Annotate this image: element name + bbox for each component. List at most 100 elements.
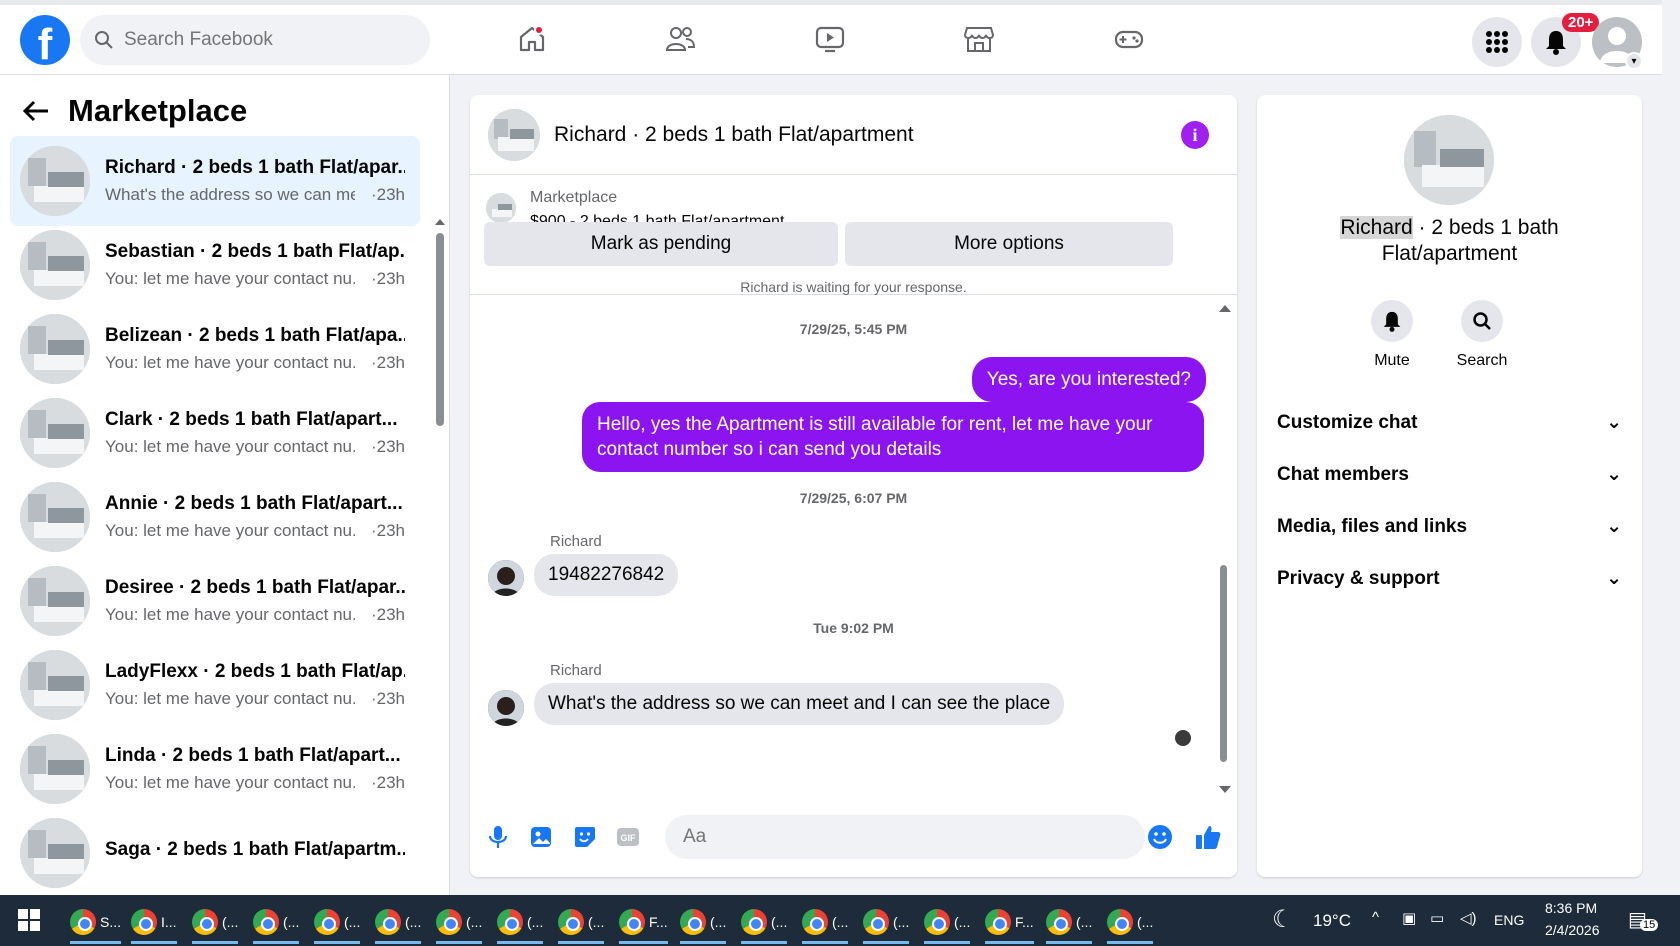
section-label: Media, files and links (1277, 515, 1468, 537)
scroll-up-arrow-icon[interactable] (1219, 304, 1231, 312)
conversation-item[interactable]: Saga · 2 beds 1 bath Flat/apartm... (10, 808, 420, 895)
watch-nav[interactable] (810, 19, 850, 59)
taskbar-app[interactable]: S... (70, 903, 122, 944)
microphone-icon[interactable] (484, 823, 512, 851)
more-options-button[interactable]: More options (845, 222, 1173, 266)
conversation-title: Annie · 2 beds 1 bath Flat/apart... (105, 493, 403, 514)
gaming-nav[interactable] (1109, 19, 1149, 59)
search-icon[interactable] (1461, 300, 1503, 342)
listing-small-thumbnail[interactable] (486, 193, 516, 223)
taskbar-app[interactable]: (... (375, 903, 422, 944)
conversation-item[interactable]: Annie · 2 beds 1 bath Flat/apart... You: … (10, 472, 420, 562)
gif-icon[interactable]: GIF (614, 823, 642, 851)
search-box[interactable] (80, 15, 430, 65)
taskbar-app[interactable]: (... (253, 903, 300, 944)
sidebar-scroll-thumb[interactable] (436, 233, 444, 426)
taskbar-app[interactable]: (... (802, 903, 849, 944)
privacy-support-section[interactable]: Privacy & support ⌄ (1277, 567, 1622, 590)
taskbar-app[interactable]: (... (741, 903, 788, 944)
conversation-item[interactable]: Sebastian · 2 beds 1 bath Flat/ap... You:… (10, 220, 420, 310)
taskbar-app-label: (... (954, 914, 971, 930)
conversation-item[interactable]: Belizean · 2 beds 1 bath Flat/apa... You:… (10, 304, 420, 394)
friends-nav[interactable] (660, 19, 700, 59)
weather-temp[interactable]: 19°C (1313, 911, 1351, 931)
volume-icon[interactable]: ◁) (1460, 909, 1477, 927)
taskbar-app[interactable]: I... (131, 903, 177, 944)
like-thumbs-up-icon[interactable] (1194, 823, 1222, 851)
conversation-item[interactable]: Richard · 2 beds 1 bath Flat/apar... What… (10, 136, 420, 226)
chat-scroll-thumb[interactable] (1220, 565, 1227, 762)
marketplace-nav[interactable] (959, 19, 999, 59)
scroll-down-arrow-icon[interactable] (1219, 786, 1231, 794)
facebook-logo[interactable]: f (20, 15, 70, 65)
conversation-item[interactable]: Linda · 2 beds 1 bath Flat/apart... You: … (10, 724, 420, 814)
outgoing-message[interactable]: Hello, yes the Apartment is still availa… (582, 402, 1204, 472)
media-files-links-section[interactable]: Media, files and links ⌄ (1277, 515, 1622, 538)
taskbar-app[interactable]: F... (985, 903, 1034, 944)
conversation-item[interactable]: LadyFlexx · 2 beds 1 bath Flat/ap... You:… (10, 640, 420, 730)
conversation-text: Richard · 2 beds 1 bath Flat/apar... What… (105, 157, 405, 205)
home-nav[interactable] (512, 19, 552, 59)
conversation-preview: You: let me have your contact nu... (105, 353, 355, 372)
person-photo-icon (488, 560, 524, 596)
listing-large-thumbnail[interactable] (1404, 115, 1494, 205)
conversation-time: ·23h (370, 437, 405, 456)
listing-thumbnail[interactable] (488, 108, 540, 161)
taskbar-app[interactable]: (... (314, 903, 361, 944)
bedroom-image-icon (20, 314, 90, 384)
network-icon[interactable]: ▭ (1430, 909, 1444, 927)
customize-chat-section[interactable]: Customize chat ⌄ (1277, 411, 1622, 434)
listing-thumbnail (20, 230, 90, 300)
search-label: Search (1456, 352, 1508, 369)
search-action[interactable]: Search (1442, 300, 1522, 370)
taskbar-app[interactable]: (... (558, 903, 605, 944)
scroll-up-arrow-icon[interactable] (435, 217, 445, 225)
notification-count-badge: 20+ (1562, 13, 1600, 32)
taskbar-app[interactable]: (... (497, 903, 544, 944)
language-indicator[interactable]: ENG (1494, 912, 1524, 928)
info-icon[interactable]: i (1181, 121, 1209, 149)
message-input[interactable] (683, 826, 1083, 848)
chrome-icon (741, 909, 767, 935)
menu-button[interactable] (1472, 17, 1522, 67)
clock-time[interactable]: 8:36 PM (1545, 900, 1597, 916)
listing-thumbnail (20, 650, 90, 720)
message-input-box[interactable] (665, 815, 1145, 859)
chat-members-section[interactable]: Chat members ⌄ (1277, 463, 1622, 486)
emoji-icon[interactable] (1146, 823, 1174, 851)
taskbar-app[interactable]: (... (192, 903, 239, 944)
conversation-time: ·23h (370, 521, 405, 540)
conversation-item[interactable]: Desiree · 2 beds 1 bath Flat/apar... You:… (10, 556, 420, 646)
conversation-item[interactable]: Clark · 2 beds 1 bath Flat/apart... You: … (10, 388, 420, 478)
chevron-down-icon[interactable]: ▾ (1625, 52, 1643, 70)
waiting-notice: Richard is waiting for your response. (740, 279, 967, 295)
back-arrow-icon[interactable] (22, 99, 50, 123)
taskbar-app[interactable]: (... (436, 903, 483, 944)
sender-avatar[interactable] (488, 560, 524, 596)
mute-action[interactable]: Mute (1352, 300, 1432, 370)
moon-weather-icon[interactable]: ☾ (1272, 905, 1294, 934)
chat-title[interactable]: Richard · 2 beds 1 bath Flat/apartment (554, 123, 914, 147)
search-input[interactable] (124, 29, 404, 51)
conversation-time: ·23h (370, 353, 405, 372)
photo-icon[interactable] (527, 823, 555, 851)
windows-start-icon[interactable] (18, 909, 40, 931)
taskbar-app[interactable]: (... (1107, 903, 1154, 944)
tray-chevron-up-icon[interactable]: ^ (1372, 909, 1379, 926)
taskbar-app[interactable]: (... (680, 903, 727, 944)
sticker-icon[interactable] (571, 823, 599, 851)
taskbar-app[interactable]: F... (619, 903, 668, 944)
outgoing-message[interactable]: Yes, are you interested? (971, 357, 1206, 402)
device-icon[interactable]: ▣ (1402, 909, 1416, 927)
incoming-message[interactable]: 19482276842 (534, 554, 679, 596)
bell-icon[interactable] (1371, 300, 1413, 342)
sender-name: Richard (550, 662, 602, 679)
clock-date[interactable]: 2/4/2026 (1545, 922, 1600, 938)
mark-as-pending-button[interactable]: Mark as pending (484, 222, 838, 266)
taskbar-app[interactable]: (... (924, 903, 971, 944)
sender-avatar[interactable] (488, 690, 524, 726)
incoming-message[interactable]: What's the address so we can meet and I … (534, 683, 1065, 725)
page-scrollbar[interactable] (1662, 0, 1680, 895)
taskbar-app[interactable]: (... (863, 903, 910, 944)
taskbar-app[interactable]: (... (1046, 903, 1093, 944)
